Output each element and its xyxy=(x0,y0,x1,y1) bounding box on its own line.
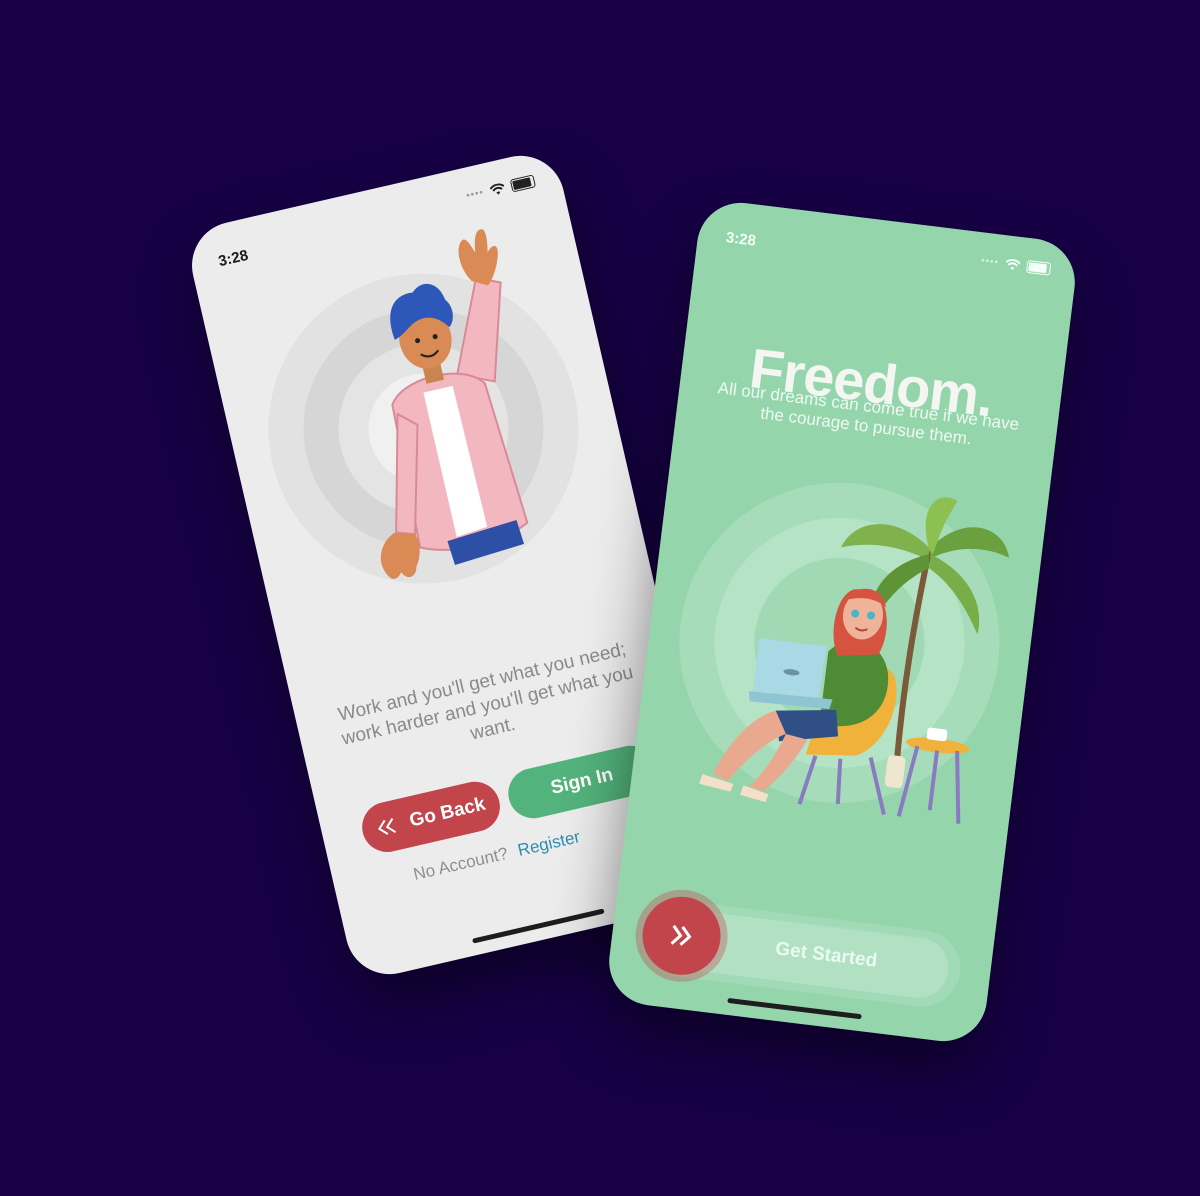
home-indicator xyxy=(472,908,605,944)
battery-icon xyxy=(1025,259,1052,276)
woman-with-laptop-illustration xyxy=(699,497,1010,824)
wifi-icon xyxy=(489,183,505,195)
wifi-icon xyxy=(1005,258,1021,270)
go-back-label: Go Back xyxy=(407,793,488,832)
right-phone-screen: 3:28 •••• Freedom. All our dreams can co… xyxy=(604,197,1080,1047)
home-indicator xyxy=(727,997,862,1020)
no-account-text: No Account? xyxy=(411,843,510,885)
go-back-button[interactable]: Go Back xyxy=(357,776,505,857)
status-icons: •••• xyxy=(980,254,1052,276)
status-icons: •••• xyxy=(465,174,537,202)
sign-in-label: Sign In xyxy=(548,764,616,799)
signal-icon: •••• xyxy=(465,187,486,202)
status-time: 3:28 xyxy=(724,229,757,250)
status-time: 3:28 xyxy=(216,246,250,271)
signal-icon: •••• xyxy=(980,255,1000,269)
waving-man-illustration xyxy=(380,229,529,579)
register-link[interactable]: Register xyxy=(516,827,582,860)
double-chevron-right-icon xyxy=(670,924,692,946)
battery-icon xyxy=(509,174,537,193)
double-chevron-left-icon xyxy=(378,817,397,835)
